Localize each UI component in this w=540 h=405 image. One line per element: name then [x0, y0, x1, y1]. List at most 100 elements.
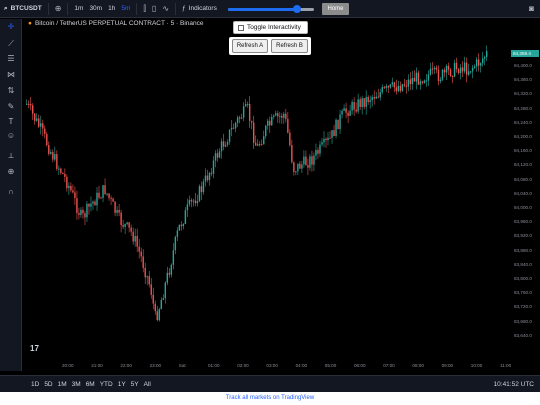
timeframe-1m[interactable]: 1m [74, 5, 83, 12]
time-axis-label: 22:00 [120, 363, 132, 368]
price-axis-label: 84,080.0 [514, 176, 532, 182]
pattern-icon[interactable]: ⋈ [0, 69, 22, 81]
candle-body [88, 203, 90, 207]
candle-body [250, 120, 253, 123]
candle-body [475, 59, 478, 67]
time-axis-label: 11:00 [500, 363, 512, 368]
range-1d[interactable]: 1D [31, 381, 39, 388]
time-axis-label: 02:00 [237, 363, 249, 368]
candle-body [102, 185, 104, 198]
candle-body [289, 132, 291, 146]
range-all[interactable]: All [144, 381, 151, 388]
range-ytd[interactable]: YTD [100, 381, 113, 388]
candle-body [319, 144, 321, 154]
emoji-icon[interactable]: ☺ [0, 130, 22, 142]
candle-body [192, 200, 195, 202]
tradingview-logo-icon[interactable]: 17 [30, 344, 44, 356]
candle-body [401, 84, 404, 91]
time-axis-label: 10:00 [470, 363, 483, 368]
range-5y[interactable]: 5Y [131, 381, 139, 388]
candle-body [335, 119, 337, 137]
candle-body [261, 144, 263, 146]
crosshair-icon[interactable]: ✛ [0, 21, 22, 33]
candle-body [164, 282, 167, 299]
camera-icon[interactable]: ◙ [529, 4, 534, 13]
candle-body [78, 212, 80, 215]
timeframe-1h[interactable]: 1h [108, 5, 115, 12]
range-1y[interactable]: 1Y [118, 381, 126, 388]
candle-body [345, 108, 347, 113]
refresh-a-button[interactable]: Refresh A [232, 39, 268, 53]
candle-body [453, 62, 456, 77]
refresh-b-button[interactable]: Refresh B [271, 39, 308, 53]
symbol-search[interactable]: ⌕ BTCUSDT [4, 5, 42, 13]
candle-body [435, 67, 438, 70]
indicators-icon: ƒ [182, 5, 186, 12]
text-icon[interactable]: T [0, 116, 22, 128]
candle-body [70, 185, 72, 191]
candle-body [206, 175, 209, 181]
footer-link[interactable]: Track all markets on TradingView [0, 392, 540, 405]
fib-icon[interactable]: ☰ [0, 53, 22, 65]
candle-body [234, 122, 237, 129]
candle-body [148, 276, 150, 285]
line-style-icon[interactable]: ∿ [162, 4, 169, 13]
candle-body [421, 81, 424, 83]
candle-body [291, 145, 293, 163]
forecast-icon[interactable]: ⇅ [0, 85, 22, 97]
symbol-label: BTCUSDT [10, 5, 42, 12]
indicators-button[interactable]: ƒ Indicators [182, 5, 217, 12]
candle-body [317, 149, 319, 154]
zoom-in-icon[interactable]: ⊕ [0, 166, 22, 178]
time-axis-label: 03:00 [266, 363, 278, 368]
candle-body [427, 74, 430, 81]
range-6m[interactable]: 6M [86, 381, 95, 388]
range-3m[interactable]: 3M [72, 381, 81, 388]
candle-body [341, 110, 343, 115]
bar-style-icon[interactable]: ⫿ [143, 4, 146, 14]
candle-body [38, 118, 40, 127]
candle-body [182, 223, 185, 227]
candle-body [419, 81, 422, 85]
range-1m[interactable]: 1M [58, 381, 67, 388]
zoom-slider[interactable] [228, 5, 314, 13]
brush-icon[interactable]: ✎ [0, 101, 22, 113]
toggle-interactivity[interactable]: Toggle Interactivity [233, 21, 308, 34]
candle-body [463, 62, 466, 72]
slider-knob[interactable] [292, 5, 301, 13]
candle-style-icon[interactable]: ▯ [152, 4, 156, 13]
candle-body [477, 59, 480, 66]
candle-body [154, 303, 156, 312]
candle-body [200, 186, 203, 193]
home-button[interactable]: Home [322, 3, 349, 15]
time-axis-label: 21:00 [91, 363, 103, 368]
drawing-toolbar: ✛ ⟋ ☰ ⋈ ⇅ ✎ T ☺ ⟂ ⊕ ∩ [0, 19, 22, 371]
candle-body [162, 298, 164, 300]
candle-body [355, 109, 357, 112]
candle-body [451, 75, 454, 77]
trend-line-icon[interactable]: ⟋ [0, 38, 22, 50]
candle-body [325, 138, 327, 141]
candle-body [150, 284, 152, 295]
candle-body [269, 120, 271, 126]
candle-body [381, 87, 383, 93]
candlestick-chart[interactable] [22, 19, 511, 360]
candle-body [210, 172, 213, 174]
candle-body [220, 141, 223, 152]
candle-body [118, 210, 120, 213]
candle-body [425, 80, 428, 82]
add-compare-icon[interactable]: ⊕ [55, 4, 62, 13]
magnet-icon[interactable]: ∩ [0, 186, 22, 198]
range-5d[interactable]: 5D [44, 381, 52, 388]
candle-body [166, 272, 169, 283]
candle-body [327, 137, 329, 141]
candle-body [465, 62, 468, 75]
toggle-checkbox[interactable] [238, 24, 244, 31]
candle-body [483, 57, 486, 59]
candle-body [469, 71, 472, 73]
ruler-icon[interactable]: ⟂ [0, 150, 22, 162]
utc-clock[interactable]: 10:41:52 UTC [494, 381, 534, 388]
current-price-tag: 84,359.4 [511, 50, 539, 57]
timeframe-5m[interactable]: 5m [121, 5, 130, 12]
timeframe-30m[interactable]: 30m [89, 5, 102, 12]
